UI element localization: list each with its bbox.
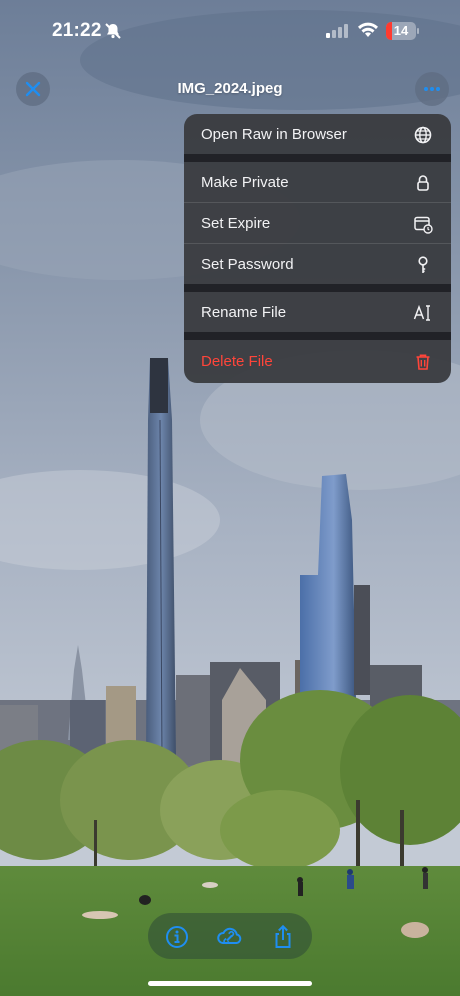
cloud-link-icon[interactable] <box>216 924 244 950</box>
menu-item-label: Set Expire <box>201 214 271 232</box>
more-button[interactable] <box>415 72 449 106</box>
menu-section-divider <box>184 332 451 340</box>
menu-item-delete-file[interactable]: Delete File <box>184 341 451 381</box>
file-title: IMG_2024.jpeg <box>177 80 283 97</box>
home-indicator[interactable] <box>148 981 312 986</box>
globe-icon <box>414 126 432 144</box>
menu-item-label: Set Password <box>201 255 294 273</box>
calendar-clock-icon <box>414 216 433 234</box>
share-icon[interactable] <box>270 924 296 950</box>
file-actions-menu: Open Raw in Browser Make Private Set Exp… <box>184 114 451 383</box>
menu-item-set-expire[interactable]: Set Expire <box>184 203 451 243</box>
menu-item-label: Delete File <box>201 352 273 370</box>
battery-indicator: 14 <box>386 22 416 40</box>
battery-level: 14 <box>393 23 409 38</box>
lock-icon <box>417 175 429 191</box>
more-icon <box>424 87 440 91</box>
status-time: 21:22 <box>52 20 102 41</box>
wifi-icon <box>357 22 379 43</box>
menu-item-label: Rename File <box>201 303 287 321</box>
menu-section-divider <box>184 154 451 162</box>
key-icon <box>418 256 428 273</box>
menu-item-label: Make Private <box>201 173 289 191</box>
bottom-toolbar <box>148 913 312 959</box>
trash-icon <box>416 354 430 370</box>
menu-item-label: Open Raw in Browser <box>201 125 347 143</box>
info-icon[interactable] <box>164 924 190 950</box>
bell-slash-icon <box>104 22 122 45</box>
signal-icon <box>326 24 348 43</box>
menu-item-make-private[interactable]: Make Private <box>184 162 451 202</box>
status-bar: 21:22 14 <box>0 0 460 60</box>
menu-item-set-password[interactable]: Set Password <box>184 244 451 284</box>
menu-item-open-raw[interactable]: Open Raw in Browser <box>184 114 451 154</box>
battery-tip <box>417 28 419 34</box>
menu-item-rename-file[interactable]: Rename File <box>184 292 451 332</box>
menu-section-divider <box>184 284 451 292</box>
text-cursor-icon <box>413 304 430 321</box>
